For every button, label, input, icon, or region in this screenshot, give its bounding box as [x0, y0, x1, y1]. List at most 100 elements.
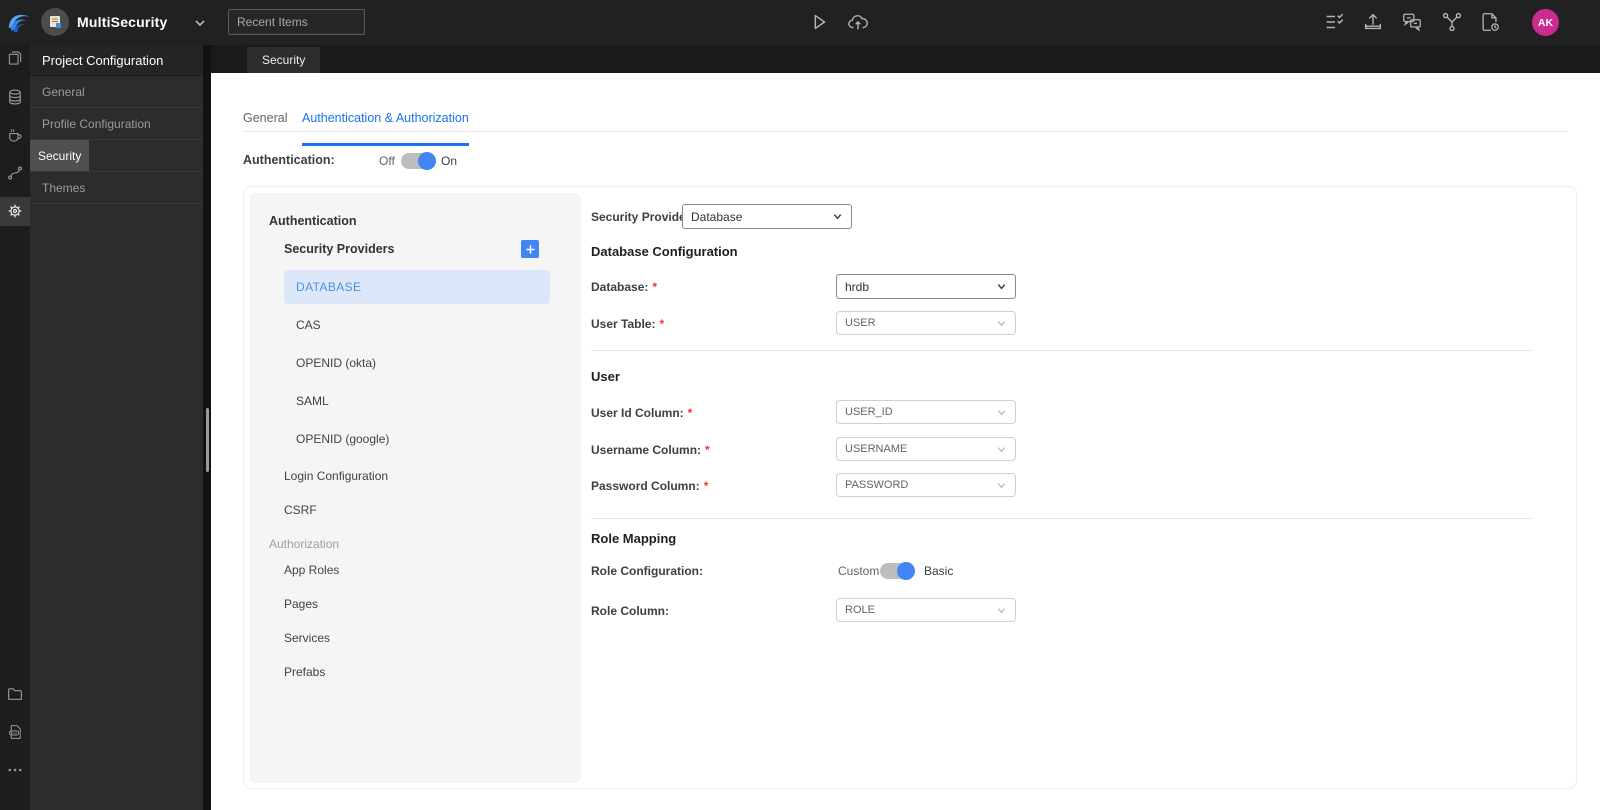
- svg-text:LOG: LOG: [11, 731, 18, 735]
- select-chevron-icon: [997, 409, 1006, 415]
- role-configuration-label: Role Configuration:: [591, 564, 703, 578]
- cloud-upload-icon[interactable]: [847, 11, 869, 33]
- project-icon[interactable]: [41, 8, 69, 36]
- file-sync-icon[interactable]: [1479, 11, 1501, 33]
- select-chevron-icon: [997, 284, 1006, 290]
- password-column-value: PASSWORD: [845, 479, 909, 491]
- sidebar: Project Configuration General Profile Co…: [30, 45, 203, 810]
- tab-authentication-authorization[interactable]: Authentication & Authorization: [302, 111, 469, 146]
- avatar[interactable]: AK: [1532, 9, 1559, 36]
- panel-item-app-roles[interactable]: App Roles: [284, 563, 339, 577]
- required-marker: *: [659, 317, 665, 331]
- document-tabstrip: Security: [211, 45, 1600, 73]
- database-configuration-title: Database Configuration: [591, 244, 738, 259]
- required-marker: *: [652, 280, 658, 294]
- panel-item-login-configuration[interactable]: Login Configuration: [284, 469, 388, 483]
- database-value: hrdb: [845, 279, 870, 294]
- top-bar: MultiSecurity Recent Items AK: [0, 0, 1600, 45]
- panel-authentication-header: Authentication: [269, 214, 357, 228]
- main-content: General Authentication & Authorization A…: [211, 73, 1600, 810]
- password-column-select[interactable]: PASSWORD: [836, 473, 1016, 497]
- toggle-knob: [897, 562, 915, 580]
- icon-rail: LOG: [0, 45, 30, 810]
- vertical-scrollbar[interactable]: [206, 408, 209, 472]
- provider-item-saml[interactable]: SAML: [296, 394, 329, 408]
- section-separator: [591, 350, 1534, 351]
- user-id-column-value: USER_ID: [845, 406, 893, 418]
- required-marker: *: [687, 406, 693, 420]
- log-file-icon[interactable]: LOG: [6, 723, 24, 741]
- section-separator: [591, 518, 1534, 519]
- sidebar-item-general[interactable]: General: [30, 76, 203, 108]
- sidebar-item-profile-configuration[interactable]: Profile Configuration: [30, 108, 203, 140]
- database-icon[interactable]: [6, 88, 24, 106]
- security-provider-label: Security Provider: [591, 210, 691, 224]
- user-table-value: USER: [845, 317, 876, 329]
- more-icon[interactable]: [6, 761, 24, 779]
- role-column-select[interactable]: ROLE: [836, 598, 1016, 622]
- toggle-off-label: Off: [379, 154, 395, 168]
- user-table-label: User Table: *: [591, 317, 665, 331]
- role-configuration-toggle[interactable]: [880, 562, 915, 580]
- user-table-select[interactable]: USER: [836, 311, 1016, 335]
- export-icon[interactable]: [1362, 11, 1384, 33]
- folder-icon[interactable]: [6, 685, 24, 703]
- provider-item-openid-google[interactable]: OPENID (google): [296, 432, 389, 446]
- provider-item-openid-okta[interactable]: OPENID (okta): [296, 356, 376, 370]
- toggle-knob: [418, 152, 436, 170]
- chevron-down-icon[interactable]: [192, 15, 208, 31]
- username-column-value: USERNAME: [845, 443, 908, 455]
- panel-item-csrf[interactable]: CSRF: [284, 503, 317, 517]
- app-logo-icon: [5, 9, 32, 36]
- role-toggle-basic-label: Basic: [924, 564, 954, 578]
- username-column-select[interactable]: USERNAME: [836, 437, 1016, 461]
- select-chevron-icon: [997, 320, 1006, 326]
- sidebar-item-security[interactable]: Security: [30, 140, 90, 172]
- translate-chat-icon[interactable]: [1401, 11, 1423, 33]
- select-chevron-icon: [997, 446, 1006, 452]
- required-marker: *: [703, 479, 709, 493]
- sidebar-edge-strip: [203, 45, 211, 810]
- user-id-column-label: User Id Column: *: [591, 406, 693, 420]
- share-icon[interactable]: [1441, 11, 1463, 33]
- password-column-label: Password Column: *: [591, 479, 709, 493]
- database-select[interactable]: hrdb: [836, 274, 1016, 299]
- security-provider-select[interactable]: Database: [682, 204, 852, 229]
- panel-item-prefabs[interactable]: Prefabs: [284, 665, 325, 679]
- play-icon[interactable]: [808, 11, 830, 33]
- required-marker: *: [705, 443, 710, 457]
- username-column-label: Username Column: *: [591, 443, 710, 457]
- role-mapping-title: Role Mapping: [591, 531, 677, 546]
- panel-item-pages[interactable]: Pages: [284, 597, 318, 611]
- role-toggle-custom-label: Custom: [838, 564, 880, 578]
- add-provider-button[interactable]: [521, 240, 539, 258]
- authentication-toggle[interactable]: [401, 152, 436, 170]
- role-column-value: ROLE: [845, 604, 875, 616]
- sidebar-title: Project Configuration: [30, 45, 203, 76]
- sidebar-item-themes[interactable]: Themes: [30, 172, 203, 204]
- select-chevron-icon: [997, 607, 1006, 613]
- checklist-icon[interactable]: [1323, 11, 1345, 33]
- database-label: Database: *: [591, 280, 658, 294]
- provider-item-cas[interactable]: CAS: [296, 318, 321, 332]
- select-chevron-icon: [997, 482, 1006, 488]
- tab-general[interactable]: General: [243, 111, 287, 125]
- tabs-divider: [243, 131, 1567, 132]
- api-icon[interactable]: [6, 164, 24, 182]
- role-column-label: Role Column:: [591, 604, 669, 618]
- recent-items-input[interactable]: [228, 9, 365, 35]
- user-section-title: User: [591, 369, 620, 384]
- user-id-column-select[interactable]: USER_ID: [836, 400, 1016, 424]
- gear-icon[interactable]: [6, 202, 24, 220]
- pages-icon[interactable]: [6, 49, 24, 67]
- doc-tab-security[interactable]: Security: [247, 47, 321, 73]
- security-config-card: Authentication Security Providers DATABA…: [243, 186, 1577, 789]
- select-chevron-icon: [833, 214, 842, 220]
- panel-item-services[interactable]: Services: [284, 631, 330, 645]
- provider-item-database[interactable]: DATABASE: [284, 270, 550, 304]
- panel-security-providers-header: Security Providers: [284, 242, 395, 256]
- project-name: MultiSecurity: [77, 14, 168, 30]
- panel-authorization-header: Authorization: [269, 537, 340, 551]
- security-provider-value: Database: [691, 209, 743, 224]
- java-icon[interactable]: [6, 126, 24, 144]
